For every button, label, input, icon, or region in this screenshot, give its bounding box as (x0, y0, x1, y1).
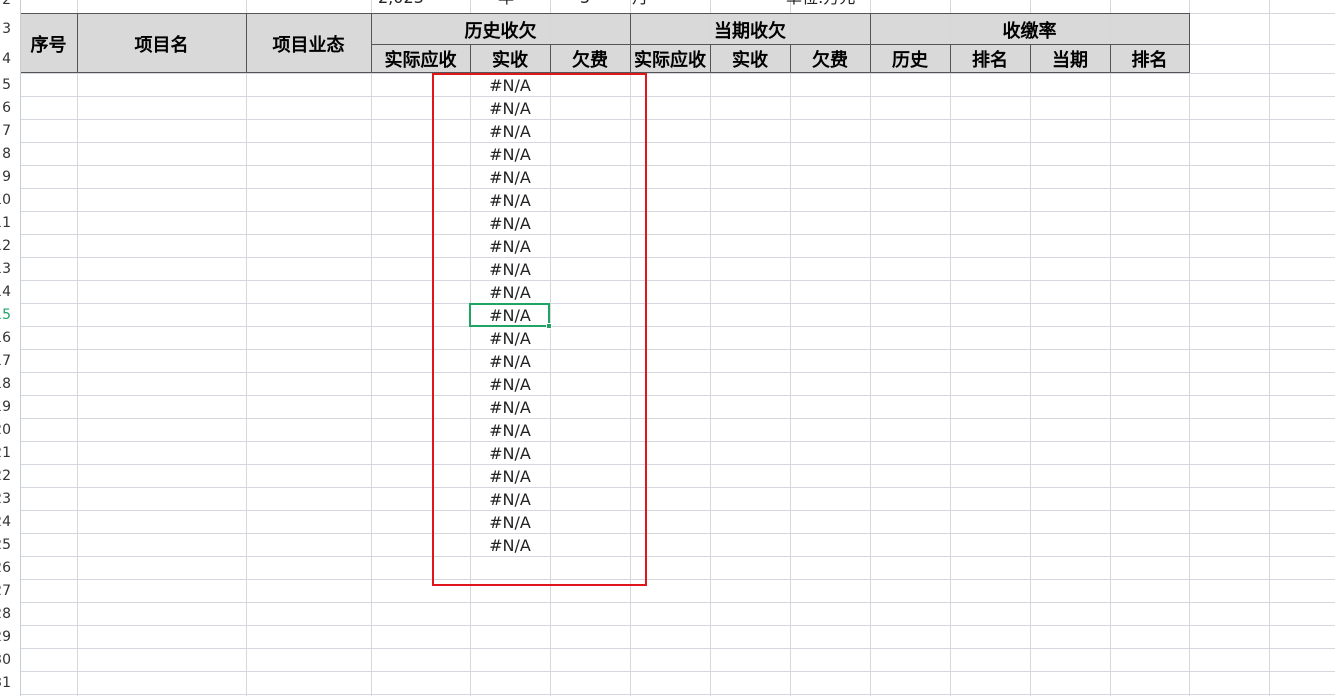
row-number[interactable]: 12 (0, 238, 11, 254)
row-number[interactable]: 28 (0, 606, 11, 622)
na-cell[interactable]: #N/A (470, 396, 550, 419)
header-current-arrears[interactable]: 欠费 (790, 45, 870, 73)
header-rate-history[interactable]: 历史 (870, 45, 950, 73)
na-cell[interactable]: #N/A (470, 143, 550, 166)
month-value[interactable]: 5 (580, 0, 590, 8)
year-unit[interactable]: 年 (498, 0, 514, 8)
header-rate-rank-current[interactable]: 排名 (1110, 45, 1189, 73)
active-cell-selection[interactable] (469, 303, 550, 327)
spreadsheet: 2345678910111213141516171819202122232425… (0, 0, 1335, 696)
row-number[interactable]: 31 (0, 675, 11, 691)
row-number[interactable]: 13 (0, 261, 11, 277)
na-cell[interactable]: #N/A (470, 373, 550, 396)
header-current-received[interactable]: 实收 (710, 45, 790, 73)
header-project-name[interactable]: 项目名 (77, 14, 246, 73)
na-cell[interactable]: #N/A (470, 74, 550, 97)
month-unit[interactable]: 月 (632, 0, 648, 8)
na-cell[interactable]: #N/A (470, 511, 550, 534)
row-number[interactable]: 10 (0, 192, 11, 208)
row-number[interactable]: 30 (0, 652, 11, 668)
row-number[interactable]: 11 (0, 215, 11, 231)
row-number[interactable]: 29 (0, 629, 11, 645)
header-rate-group[interactable]: 收缴率 (870, 14, 1189, 45)
header-history-group[interactable]: 历史收欠 (371, 14, 630, 45)
row-number[interactable]: 21 (0, 445, 11, 461)
row-number[interactable]: 6 (2, 100, 11, 116)
row-number[interactable]: 2 (2, 0, 11, 8)
na-cell[interactable]: #N/A (470, 465, 550, 488)
row-number[interactable]: 18 (0, 376, 11, 392)
row-number[interactable]: 7 (2, 123, 11, 139)
unit-label[interactable]: 单位:万元 (786, 0, 855, 8)
header-current-group[interactable]: 当期收欠 (630, 14, 870, 45)
row-number[interactable]: 15 (0, 307, 11, 323)
gridlines (20, 0, 1335, 696)
header-rate-rank-history[interactable]: 排名 (950, 45, 1030, 73)
na-cell[interactable]: #N/A (470, 419, 550, 442)
na-cell[interactable]: #N/A (470, 166, 550, 189)
header-history-receivable[interactable]: 实际应收 (371, 45, 470, 73)
row-number[interactable]: 25 (0, 537, 11, 553)
header-history-arrears[interactable]: 欠费 (550, 45, 630, 73)
na-cell[interactable]: #N/A (470, 534, 550, 557)
header-current-receivable[interactable]: 实际应收 (630, 45, 710, 73)
header-history-received[interactable]: 实收 (470, 45, 550, 73)
header-rate-current[interactable]: 当期 (1030, 45, 1110, 73)
na-cell[interactable]: #N/A (470, 235, 550, 258)
na-cell[interactable]: #N/A (470, 189, 550, 212)
fill-handle[interactable] (546, 323, 552, 329)
row-header-column[interactable]: 2345678910111213141516171819202122232425… (0, 0, 21, 696)
row-number[interactable]: 24 (0, 514, 11, 530)
na-cell[interactable]: #N/A (470, 327, 550, 350)
row-number[interactable]: 23 (0, 491, 11, 507)
na-cell[interactable]: #N/A (470, 442, 550, 465)
na-cell[interactable]: #N/A (470, 281, 550, 304)
row-number[interactable]: 9 (2, 169, 11, 185)
header-project-status[interactable]: 项目业态 (246, 14, 371, 73)
header-seq[interactable]: 序号 (20, 14, 77, 73)
row-number[interactable]: 3 (2, 21, 11, 37)
row-number[interactable]: 19 (0, 399, 11, 415)
row-number[interactable]: 17 (0, 353, 11, 369)
na-cell[interactable]: #N/A (470, 350, 550, 373)
na-cell[interactable]: #N/A (470, 212, 550, 235)
row-number[interactable]: 8 (2, 146, 11, 162)
row-number[interactable]: 22 (0, 468, 11, 484)
row-number[interactable]: 14 (0, 284, 11, 300)
na-cell[interactable]: #N/A (470, 120, 550, 143)
row-number[interactable]: 27 (0, 583, 11, 599)
na-cell[interactable]: #N/A (470, 97, 550, 120)
na-cell[interactable]: #N/A (470, 488, 550, 511)
row-number[interactable]: 20 (0, 422, 11, 438)
year-value[interactable]: 2,023 (378, 0, 424, 8)
row-number[interactable]: 26 (0, 560, 11, 576)
row-number[interactable]: 4 (2, 51, 11, 67)
row-number[interactable]: 5 (2, 77, 11, 93)
na-cell[interactable]: #N/A (470, 258, 550, 281)
row-number[interactable]: 16 (0, 330, 11, 346)
